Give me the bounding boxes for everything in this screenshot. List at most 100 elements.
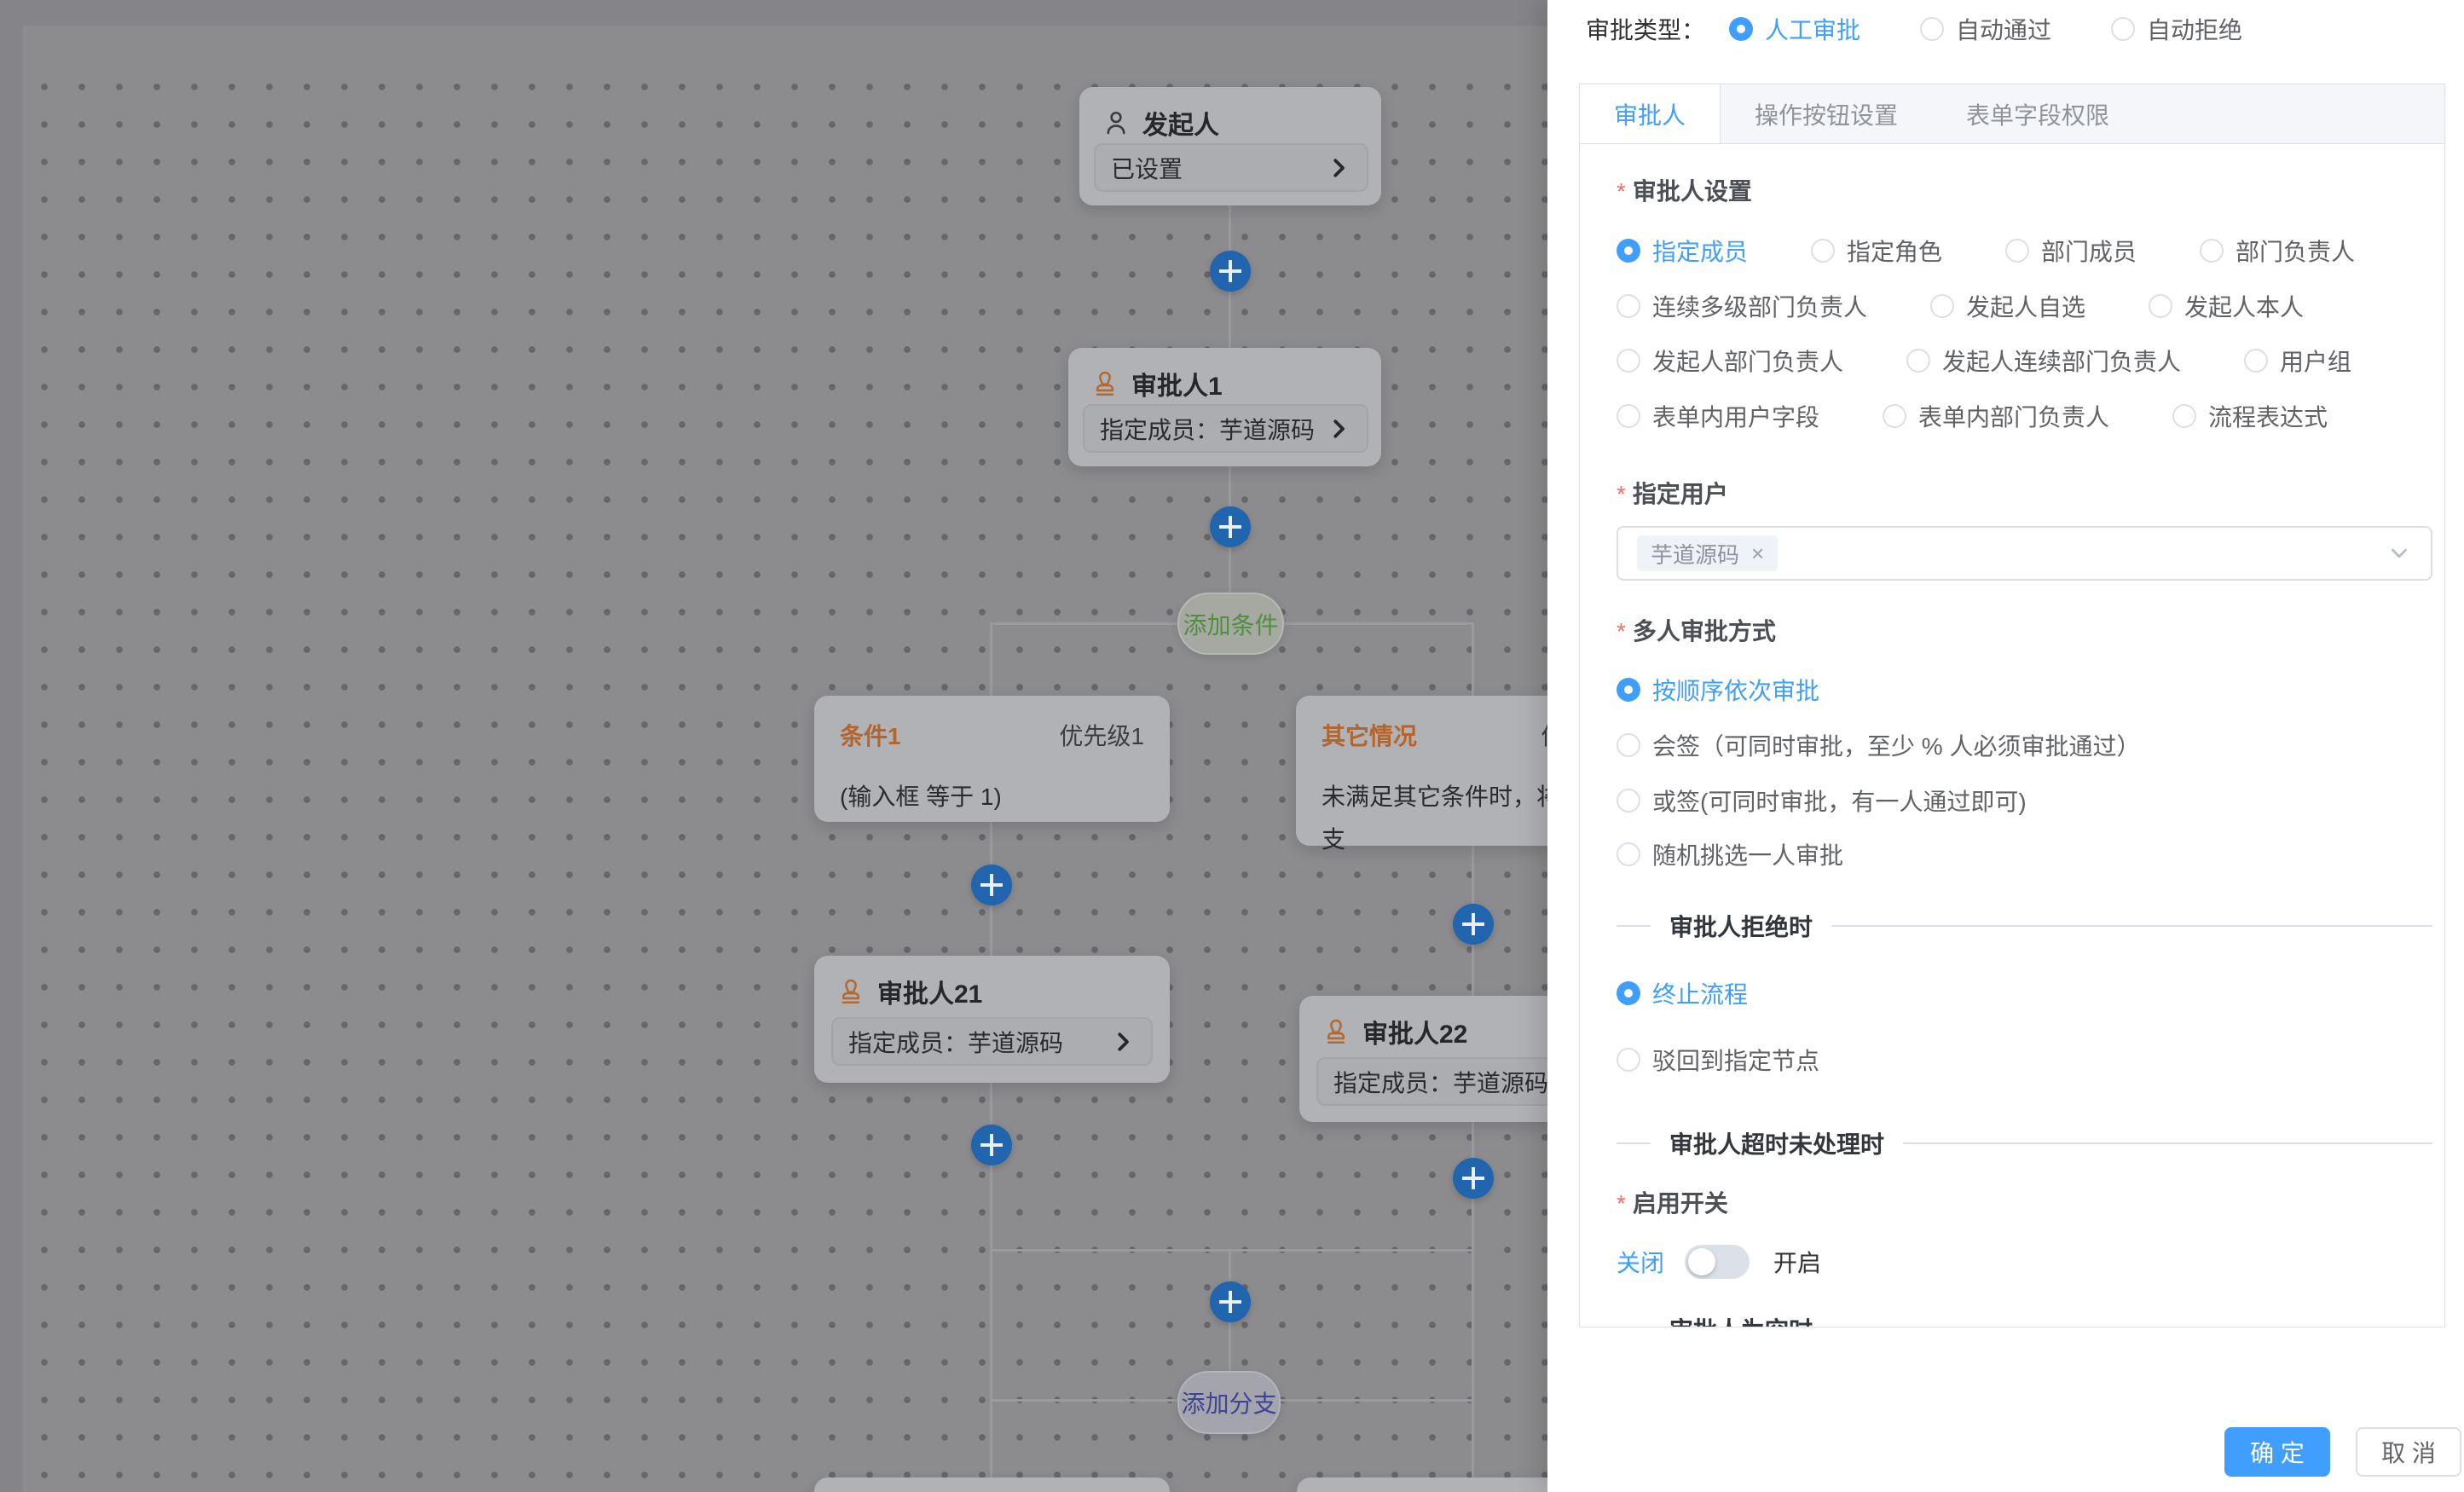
add-condition-label: 添加条件 [1183, 607, 1278, 641]
node-condition1[interactable]: 条件1 优先级1 (输入框 等于 1) [814, 696, 1170, 822]
assign-user-select[interactable]: 芋道源码 × [1617, 526, 2432, 581]
radio-initiator-dept-leader[interactable]: 发起人部门负责人 [1617, 344, 1843, 378]
radio-dot [1930, 294, 1954, 318]
node-title: 发起人 [1142, 104, 1219, 142]
node-title: 审批人21 [877, 973, 982, 1010]
radio-label: 驳回到指定节点 [1652, 1043, 1819, 1077]
add-node-button[interactable] [1210, 1281, 1251, 1322]
radio-dot [1729, 17, 1753, 41]
add-node-button[interactable] [1453, 904, 1494, 945]
radio-random-one[interactable]: 随机挑选一人审批 [1617, 837, 2432, 871]
radio-orsign[interactable]: 或签(可同时审批，有一人通过即可) [1617, 784, 2432, 818]
radio-dot [1617, 678, 1640, 702]
enable-toggle[interactable] [1685, 1245, 1750, 1279]
tag-remove-icon[interactable]: × [1751, 542, 1764, 564]
radio-dot [2149, 294, 2172, 318]
radio-auto-reject[interactable]: 自动拒绝 [2111, 12, 2242, 46]
tab-approver[interactable]: 审批人 [1580, 84, 1721, 143]
node-approver1[interactable]: 审批人1 指定成员：芋道源码 [1068, 348, 1381, 466]
empty-approver-title: 审批人为空时 [1651, 1312, 1831, 1327]
radio-auto-pass[interactable]: 自动通过 [1920, 12, 2051, 46]
radio-label: 自动拒绝 [2147, 12, 2242, 46]
node-approver1-summary[interactable]: 指定成员：芋道源码 [1083, 404, 1368, 453]
flow-designer-screen: 发起人 已设置 审批人1 [0, 0, 2464, 1492]
radio-dot [1906, 349, 1930, 373]
config-tabs-card: 审批人 操作按钮设置 表单字段权限 审批人设置 指定成员 指定角色 [1579, 84, 2445, 1327]
reject-section-divider: 审批人拒绝时 [1617, 925, 2432, 927]
radio-dot [1617, 294, 1640, 318]
assign-user-label: 指定用户 [1617, 476, 1728, 510]
radio-label: 部门负责人 [2236, 234, 2355, 268]
radio-assign-role[interactable]: 指定角色 [1811, 234, 1942, 268]
node-summary-text: 已设置 [1111, 151, 1183, 185]
chevron-right-icon [1326, 155, 1351, 181]
node-title: 审批人22 [1362, 1013, 1467, 1050]
node-title: 审批人1 [1131, 365, 1223, 402]
radio-assign-member[interactable]: 指定成员 [1617, 234, 1748, 268]
switch-off-label: 关闭 [1617, 1245, 1664, 1279]
radio-user-group[interactable]: 用户组 [2244, 344, 2351, 378]
node-parallel1[interactable]: 并行1 无优先级 [814, 1478, 1170, 1492]
radio-label: 发起人本人 [2184, 289, 2304, 323]
chevron-right-icon [1326, 416, 1351, 442]
approver-radio-row1: 指定成员 指定角色 部门成员 部门负责人 [1617, 234, 2432, 268]
radio-process-expression[interactable]: 流程表达式 [2172, 399, 2328, 433]
tab-bar: 审批人 操作按钮设置 表单字段权限 [1580, 84, 2444, 144]
radio-label: 用户组 [2280, 344, 2351, 378]
radio-dot [1617, 733, 1640, 757]
radio-label: 表单内用户字段 [1652, 399, 1819, 433]
node-initiator[interactable]: 发起人 已设置 [1079, 87, 1381, 205]
radio-sequential[interactable]: 按顺序依次审批 [1617, 673, 2432, 707]
approver-setting-label-row: 审批人设置 [1617, 173, 2432, 207]
radio-return-to-node[interactable]: 驳回到指定节点 [1617, 1043, 2432, 1077]
radio-initiator-multi-dept-leader[interactable]: 发起人连续部门负责人 [1906, 344, 2181, 378]
node-summary-text: 指定成员：芋道源码 [848, 1025, 1063, 1059]
cancel-button[interactable]: 取 消 [2356, 1427, 2461, 1477]
radio-dot [1617, 981, 1640, 1005]
confirm-button[interactable]: 确 定 [2224, 1427, 2330, 1477]
condition-priority: 优先级1 [1059, 718, 1144, 752]
radio-dept-member[interactable]: 部门成员 [2005, 234, 2137, 268]
assign-user-label-row: 指定用户 [1617, 476, 2432, 510]
radio-label: 终止流程 [1652, 976, 1748, 1010]
tab-form-field-permissions[interactable]: 表单字段权限 [1932, 84, 2143, 143]
approver-radio-row2: 连续多级部门负责人 发起人自选 发起人本人 [1617, 289, 2432, 323]
radio-form-user-field[interactable]: 表单内用户字段 [1617, 399, 1819, 433]
add-node-button[interactable] [1210, 506, 1251, 547]
connector-line [992, 1249, 1473, 1252]
radio-multi-level-dept-leader[interactable]: 连续多级部门负责人 [1617, 289, 1867, 323]
add-node-button[interactable] [1210, 251, 1251, 292]
radio-manual-approval[interactable]: 人工审批 [1729, 12, 1860, 46]
radio-dot [2172, 404, 2196, 428]
radio-terminate-process[interactable]: 终止流程 [1617, 976, 2432, 1010]
radio-dot [1617, 789, 1640, 813]
radio-dot [1617, 404, 1640, 428]
node-approver21[interactable]: 审批人21 指定成员：芋道源码 [814, 956, 1170, 1083]
radio-label: 发起人自选 [1966, 289, 2085, 323]
node-approver21-summary[interactable]: 指定成员：芋道源码 [831, 1017, 1153, 1066]
node-initiator-summary[interactable]: 已设置 [1094, 143, 1368, 192]
radio-dept-leader[interactable]: 部门负责人 [2200, 234, 2355, 268]
add-condition-button[interactable]: 添加条件 [1177, 593, 1284, 655]
radio-dot [2244, 349, 2268, 373]
add-node-button[interactable] [971, 865, 1012, 905]
radio-form-dept-leader[interactable]: 表单内部门负责人 [1883, 399, 2109, 433]
radio-label: 会签（可同时审批，至少 % 人必须审批通过） [1652, 728, 2140, 762]
radio-dot [2005, 239, 2029, 263]
canvas-left-edge [0, 0, 23, 1492]
add-node-button[interactable] [1453, 1158, 1494, 1199]
tag-text: 芋道源码 [1651, 538, 1739, 570]
radio-initiator-select[interactable]: 发起人自选 [1930, 289, 2085, 323]
radio-label: 发起人连续部门负责人 [1942, 344, 2181, 378]
timeout-section-divider: 审批人超时未处理时 [1617, 1142, 2432, 1144]
reject-section-title: 审批人拒绝时 [1651, 909, 1831, 943]
radio-dot [1617, 842, 1640, 866]
radio-countersign[interactable]: 会签（可同时审批，至少 % 人必须审批通过） [1617, 728, 2432, 762]
radio-dot [1883, 404, 1906, 428]
user-icon [1102, 108, 1131, 137]
condition-expression: (输入框 等于 1) [814, 752, 1170, 818]
radio-initiator-self[interactable]: 发起人本人 [2149, 289, 2304, 323]
add-branch-button[interactable]: 添加分支 [1177, 1371, 1281, 1434]
tab-action-buttons[interactable]: 操作按钮设置 [1721, 84, 1932, 143]
add-node-button[interactable] [971, 1125, 1012, 1165]
